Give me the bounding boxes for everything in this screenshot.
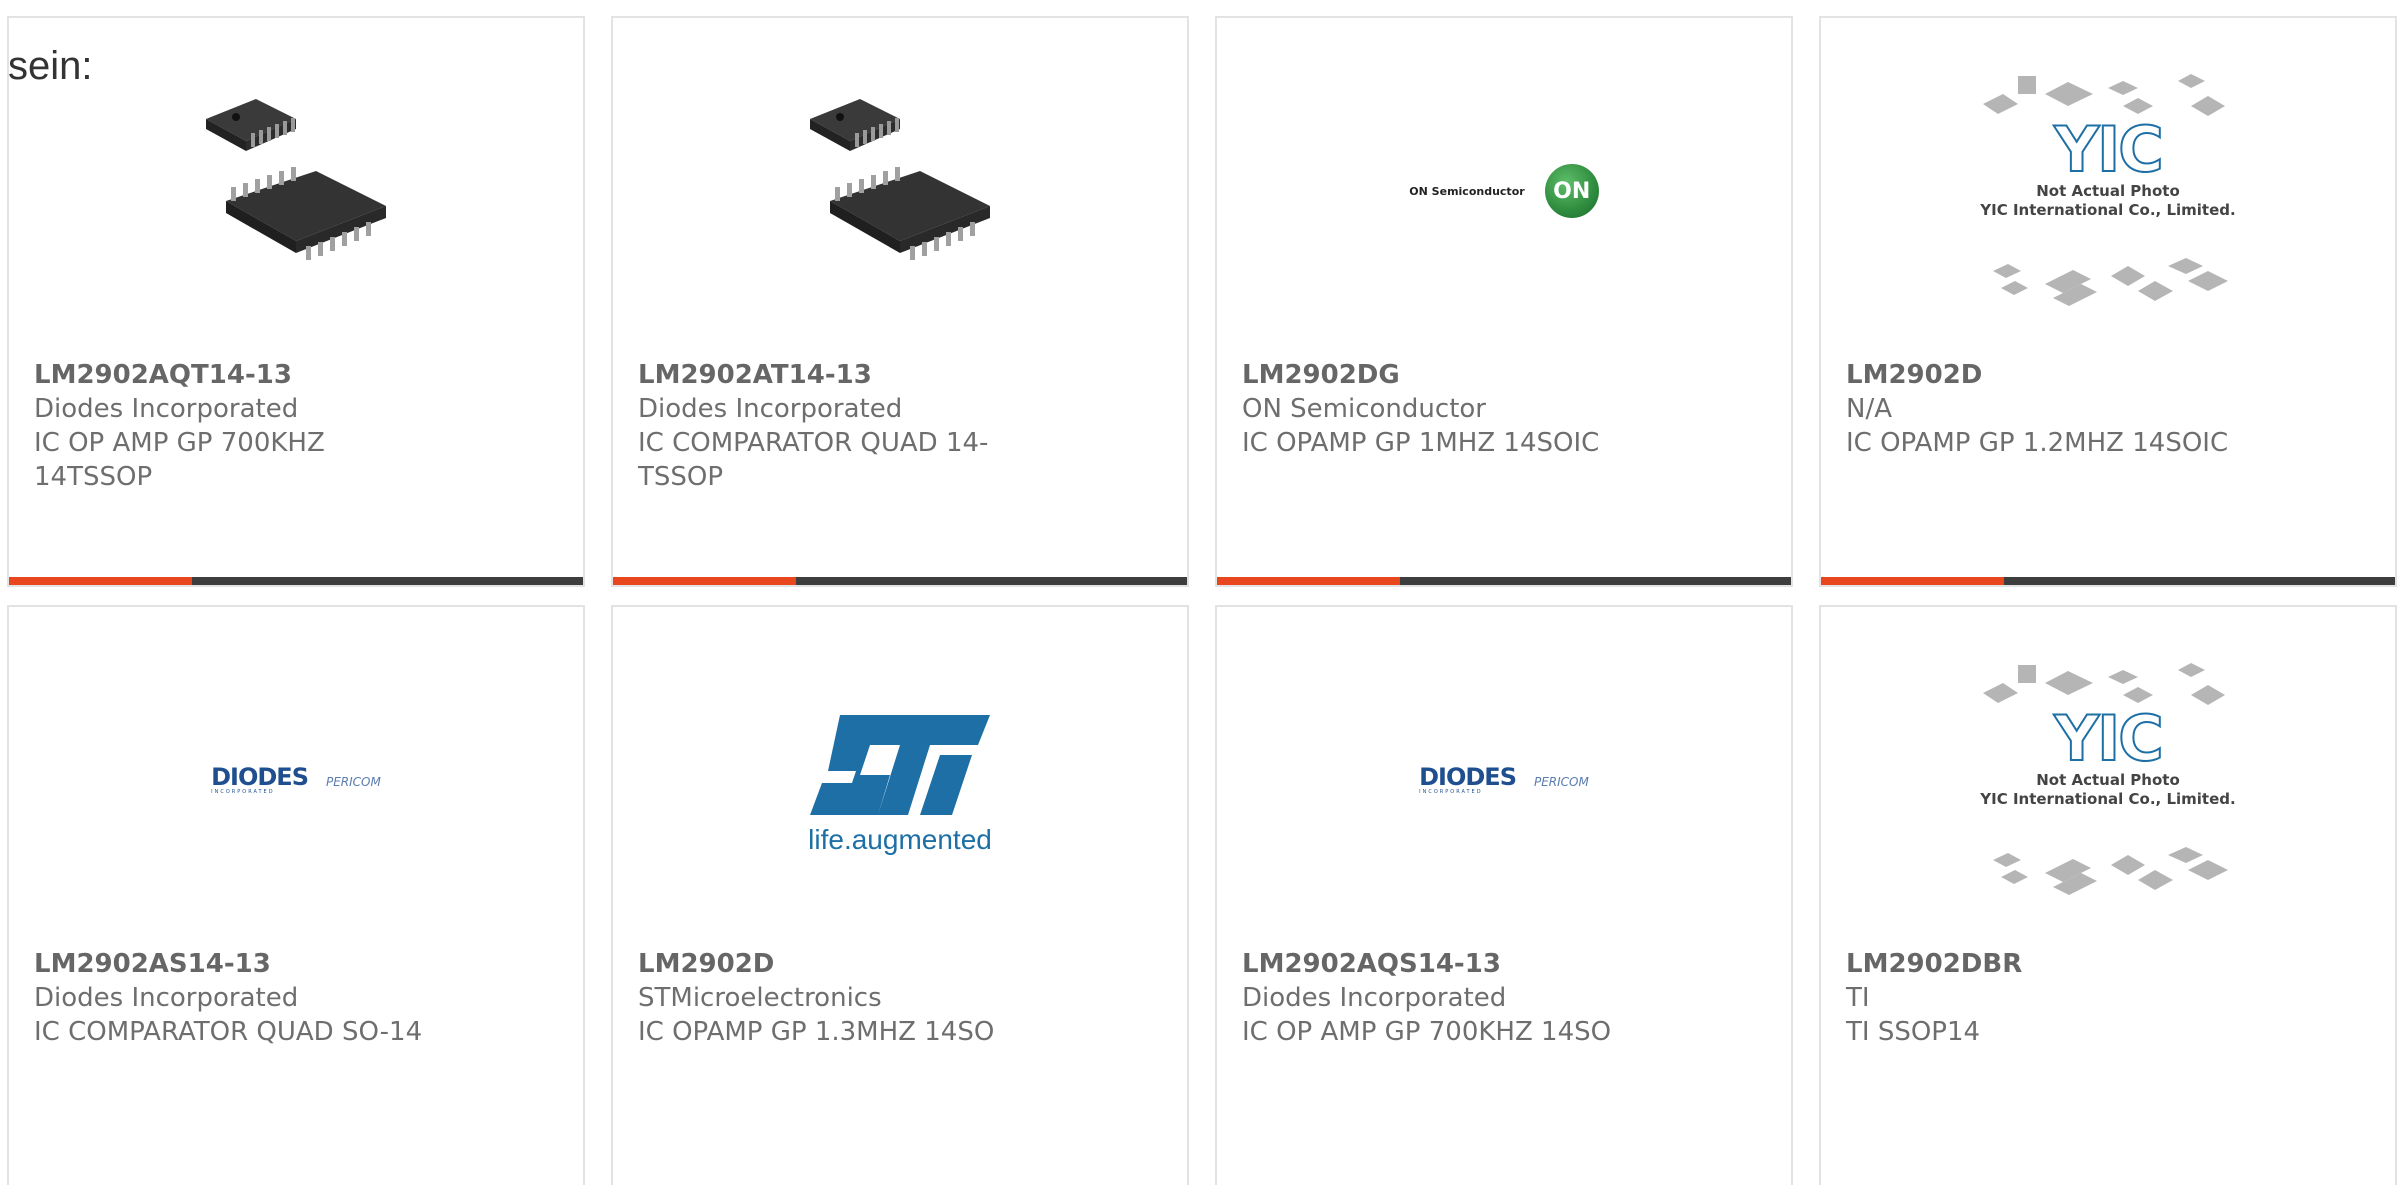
manufacturer: STMicroelectronics <box>638 983 882 1013</box>
manufacturer: Diodes Incorporated <box>1242 983 1507 1013</box>
st-mark-icon <box>810 715 990 815</box>
manufacturer: Diodes Incorporated <box>34 983 299 1013</box>
product-image[interactable]: YIC Not Actual Photo YIC International C… <box>1821 645 2395 915</box>
manufacturer: TI <box>1846 983 1870 1013</box>
description: IC OPAMP GP 1.2MHZ 14SOIC <box>1846 428 2229 458</box>
product-card[interactable]: LM2902AQT14-13 Diodes Incorporated IC OP… <box>7 16 585 587</box>
card-bar <box>1217 577 1791 585</box>
product-image[interactable]: YIC Not Actual Photo YIC International C… <box>1821 56 2395 326</box>
product-card[interactable]: ON Semiconductor ON LM2902DG ON Semicond… <box>1215 16 1793 587</box>
part-number[interactable]: LM2902AQS14-13 <box>1242 947 1641 981</box>
description: IC OPAMP GP 1MHZ 14SOIC <box>1242 428 1600 458</box>
product-card[interactable]: LM2902AT14-13 Diodes Incorporated IC COM… <box>611 16 1189 587</box>
part-number[interactable]: LM2902AS14-13 <box>34 947 433 981</box>
product-image[interactable]: life.augmented <box>613 645 1187 915</box>
card-bar <box>9 577 583 585</box>
part-number[interactable]: LM2902DG <box>1242 358 1641 392</box>
product-card[interactable]: DIODES INCORPORATED PERICOM LM2902AQS14-… <box>1215 605 1793 1185</box>
part-number[interactable]: LM2902D <box>1846 358 2245 392</box>
product-image[interactable] <box>613 56 1187 326</box>
diodes-pericom-logo: DIODES INCORPORATED PERICOM <box>1419 763 1589 795</box>
manufacturer: N/A <box>1846 394 1892 424</box>
yic-placeholder-image: YIC Not Actual Photo YIC International C… <box>1973 66 2243 316</box>
description: TI SSOP14 <box>1846 1017 1981 1047</box>
product-card[interactable]: YIC Not Actual Photo YIC International C… <box>1819 16 2397 587</box>
product-card[interactable]: life.augmented LM2902D STMicroelectronic… <box>611 605 1189 1185</box>
product-image[interactable]: DIODES INCORPORATED PERICOM <box>1217 645 1791 915</box>
manufacturer: Diodes Incorporated <box>34 394 299 424</box>
card-bar <box>613 577 1187 585</box>
yic-placeholder-image: YIC Not Actual Photo YIC International C… <box>1973 655 2243 905</box>
on-semiconductor-logo: ON Semiconductor ON <box>1409 164 1599 218</box>
product-image[interactable]: ON Semiconductor ON <box>1217 56 1791 326</box>
card-bar <box>1821 577 2395 585</box>
diodes-pericom-logo: DIODES INCORPORATED PERICOM <box>211 763 381 795</box>
description: IC COMPARATOR QUAD 14-TSSOP <box>638 428 989 492</box>
product-image[interactable] <box>9 56 583 326</box>
st-logo: life.augmented <box>800 705 1000 855</box>
product-card[interactable]: YIC Not Actual Photo YIC International C… <box>1819 605 2397 1185</box>
manufacturer: Diodes Incorporated <box>638 394 903 424</box>
chip-photo-icon <box>810 99 990 260</box>
manufacturer: ON Semiconductor <box>1242 394 1486 424</box>
part-number[interactable]: LM2902AT14-13 <box>638 358 1037 392</box>
part-number[interactable]: LM2902D <box>638 947 1037 981</box>
description: IC COMPARATOR QUAD SO-14 <box>34 1017 423 1047</box>
product-card[interactable]: DIODES INCORPORATED PERICOM LM2902AS14-1… <box>7 605 585 1185</box>
intro-text: sein: <box>8 44 93 88</box>
description: IC OP AMP GP 700KHZ 14SO <box>1242 1017 1612 1047</box>
chip-photo-icon <box>206 99 386 260</box>
part-number[interactable]: LM2902AQT14-13 <box>34 358 433 392</box>
part-number[interactable]: LM2902DBR <box>1846 947 2245 981</box>
description: IC OPAMP GP 1.3MHZ 14SO <box>638 1017 995 1047</box>
description: IC OP AMP GP 700KHZ 14TSSOP <box>34 428 325 492</box>
product-image[interactable]: DIODES INCORPORATED PERICOM <box>9 645 583 915</box>
